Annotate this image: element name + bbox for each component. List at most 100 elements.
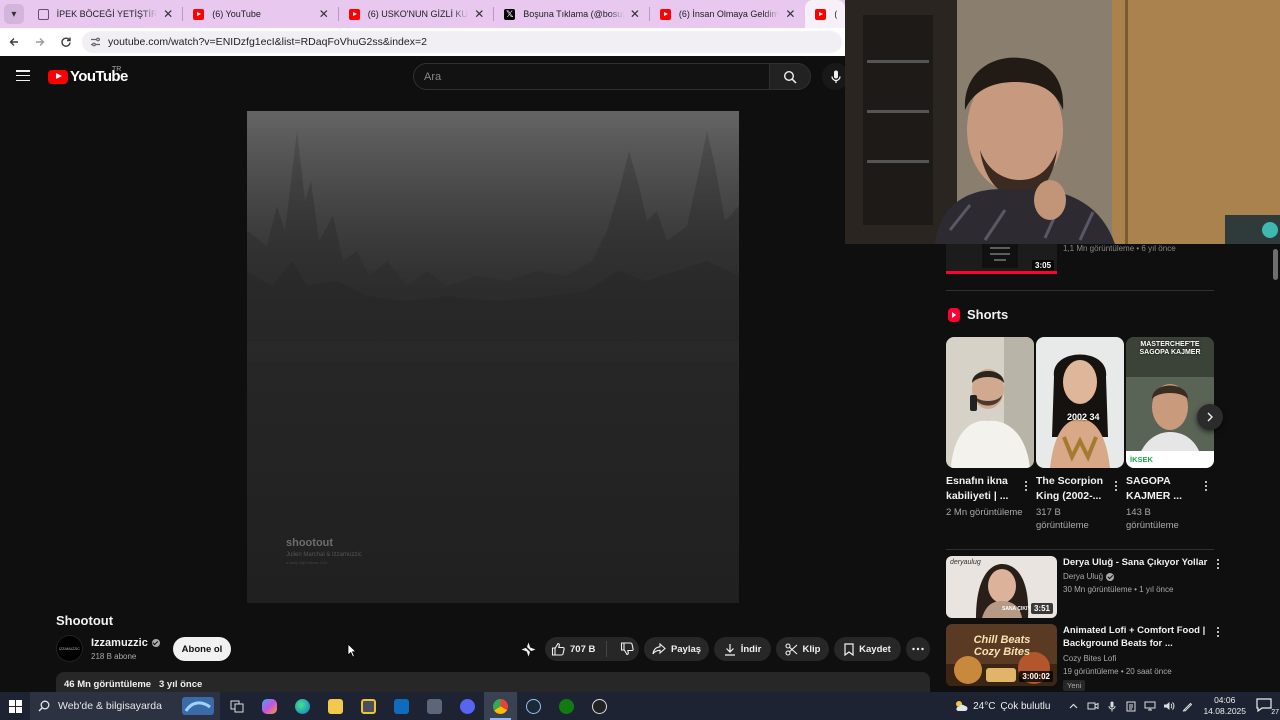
- more-vertical-icon[interactable]: [1202, 479, 1210, 493]
- pen-icon[interactable]: [1180, 698, 1196, 714]
- thumbs-down-icon[interactable]: [620, 642, 635, 656]
- divider: [946, 290, 1214, 291]
- browser-tab[interactable]: (6) YouTube ✕: [183, 0, 339, 28]
- browser-tab[interactable]: İPEK BÖCEĞİ YETİŞTİRİCİLİĞİ YA ✕: [28, 0, 184, 28]
- weather-desc: Çok bulutlu: [1000, 700, 1051, 712]
- short-views: 317 B görüntüleme: [1036, 507, 1089, 531]
- close-icon[interactable]: ✕: [472, 7, 486, 21]
- search-button[interactable]: [769, 63, 811, 90]
- more-vertical-icon[interactable]: [1214, 626, 1222, 638]
- save-button[interactable]: Kaydet: [834, 637, 901, 661]
- menu-icon[interactable]: [16, 70, 30, 82]
- taskbar-app-edge[interactable]: [286, 692, 319, 720]
- weather-widget[interactable]: 24°C Çok bulutlu: [954, 700, 1050, 712]
- channel-name: Cozy Bites Lofi: [1063, 654, 1117, 663]
- shorts-heading: Shorts: [948, 307, 1008, 322]
- thumbs-up-icon[interactable]: [551, 642, 565, 656]
- thumbnail-text: Chill Beats Cozy Bites: [973, 634, 1031, 658]
- video-title[interactable]: Derya Uluğ - Sana Çıkıyor Yollar: [1063, 556, 1208, 569]
- browser-tab[interactable]: (6) USKO'NUN GİZLİ KUTUSU A ✕: [339, 0, 495, 28]
- close-icon[interactable]: ✕: [783, 7, 797, 21]
- tab-search-button[interactable]: ▾: [4, 4, 24, 24]
- short-title[interactable]: The Scorpion King (2002-...: [1036, 474, 1108, 504]
- channel-name-link[interactable]: Izzamuzzic: [91, 637, 160, 649]
- short-item[interactable]: MASTERCHEF'TE SAGOPA KAJMER İKSEK SAGOPA…: [1126, 337, 1214, 532]
- subscribe-button[interactable]: Abone ol: [173, 637, 231, 661]
- outlook-icon: [394, 698, 409, 714]
- edge-icon: [295, 698, 310, 714]
- taskbar-app-steam[interactable]: [517, 692, 550, 720]
- like-count[interactable]: 707 B: [570, 644, 595, 655]
- video-meta: 19 görüntüleme • 20 saat önce: [1063, 667, 1172, 676]
- video-thumbnail[interactable]: Chill Beats Cozy Bites 3:00:02: [946, 624, 1057, 686]
- microphone-icon[interactable]: [1104, 698, 1120, 714]
- taskbar-app-generic[interactable]: [418, 692, 451, 720]
- video-player[interactable]: shootout Julien Marchal & Izzamuzzic a l…: [247, 111, 739, 603]
- short-overlay-caption: İKSEK: [1130, 455, 1153, 464]
- taskbar-app-explorer[interactable]: [319, 692, 352, 720]
- short-item[interactable]: 2002 34 The Scorpion King (2002-... 317 …: [1036, 337, 1124, 532]
- more-vertical-icon[interactable]: [1214, 558, 1222, 570]
- scrollbar-thumb[interactable]: [1273, 249, 1278, 280]
- description-box[interactable]: 46 Mn görüntüleme 3 yıl önce: [56, 672, 930, 692]
- short-title[interactable]: Esnafın ikna kabiliyeti | ...: [946, 474, 1018, 504]
- taskbar-app-discord[interactable]: [451, 692, 484, 720]
- more-actions-button[interactable]: [906, 637, 930, 661]
- shorts-next-button[interactable]: [1197, 404, 1223, 430]
- scrollbar[interactable]: [1272, 244, 1280, 692]
- document-icon[interactable]: [1123, 698, 1139, 714]
- video-title[interactable]: Animated Lofi + Comfort Food | Backgroun…: [1063, 624, 1208, 650]
- share-button[interactable]: Paylaş: [644, 637, 709, 661]
- search-input[interactable]: Ara: [413, 63, 770, 90]
- download-label: İndir: [740, 643, 762, 655]
- taskbar-app-store[interactable]: [352, 692, 385, 720]
- chrome-icon: [493, 698, 508, 714]
- recommended-video[interactable]: deryaulug SANA ÇIKIYOR 3:51 Derya Uluğ -…: [946, 556, 1222, 620]
- notification-count: 27: [1271, 709, 1279, 716]
- browser-tab[interactable]: (6) İnsan Olmaya Geldim - YouT ✕: [650, 0, 806, 28]
- close-icon[interactable]: ✕: [628, 7, 642, 21]
- back-button[interactable]: [2, 30, 26, 54]
- clip-button[interactable]: Klip: [776, 637, 829, 661]
- taskbar-app-outlook[interactable]: [385, 692, 418, 720]
- recommended-video[interactable]: Chill Beats Cozy Bites 3:00:02 Animated …: [946, 624, 1222, 691]
- download-button[interactable]: İndir: [714, 637, 771, 661]
- channel-name-link[interactable]: Cozy Bites Lofi: [1063, 654, 1116, 663]
- short-title[interactable]: SAGOPA KAJMER ...: [1126, 474, 1198, 504]
- volume-icon[interactable]: [1161, 698, 1177, 714]
- short-thumbnail[interactable]: 2002 34: [1036, 337, 1124, 468]
- related-sidebar: 3:05 1,1 Mn görüntüleme • 6 yıl önce Sho…: [938, 244, 1280, 692]
- taskbar-app-chrome[interactable]: [484, 692, 517, 720]
- network-icon[interactable]: [1142, 698, 1158, 714]
- short-thumbnail[interactable]: MASTERCHEF'TE SAGOPA KAJMER İKSEK: [1126, 337, 1214, 468]
- camera-icon[interactable]: [1085, 698, 1101, 714]
- more-vertical-icon[interactable]: [1112, 479, 1120, 493]
- short-thumbnail[interactable]: [946, 337, 1034, 468]
- watched-progress-bar: [946, 271, 1057, 274]
- forward-button[interactable]: [28, 30, 52, 54]
- task-view-button[interactable]: [220, 692, 253, 720]
- more-vertical-icon[interactable]: [1022, 479, 1030, 493]
- channel-avatar[interactable]: IZZAMUZZIC: [56, 635, 83, 662]
- close-icon[interactable]: ✕: [317, 7, 331, 21]
- short-item[interactable]: Esnafın ikna kabiliyeti | ... 2 Mn görün…: [946, 337, 1034, 519]
- notification-button[interactable]: 27: [1256, 698, 1279, 716]
- taskbar-app-xbox[interactable]: [550, 692, 583, 720]
- video-thumbnail[interactable]: deryaulug SANA ÇIKIYOR 3:51: [946, 556, 1057, 618]
- reload-button[interactable]: [54, 30, 78, 54]
- ask-ai-icon[interactable]: [520, 641, 537, 658]
- start-button[interactable]: [0, 692, 30, 720]
- browser-tab-active[interactable]: (6: [805, 0, 845, 28]
- taskbar-search-box[interactable]: Web'de & bilgisayarda: [30, 692, 220, 720]
- address-bar[interactable]: youtube.com/watch?v=ENIDzfg1ecI&list=RDa…: [82, 31, 842, 53]
- taskbar-app-obs[interactable]: [583, 692, 616, 720]
- search-highlight-icon: [182, 697, 214, 715]
- close-icon[interactable]: ✕: [161, 7, 175, 21]
- taskbar-app-copilot[interactable]: [253, 692, 286, 720]
- chevron-up-icon[interactable]: [1066, 698, 1082, 714]
- clock[interactable]: 04:06 14.08.2025: [1203, 695, 1246, 717]
- browser-tab[interactable]: 𝕏 Boşuna Tıklama (@bosunatikla ✕: [494, 0, 650, 28]
- share-label: Paylaş: [670, 643, 702, 655]
- channel-name-link[interactable]: Derya Uluğ: [1063, 572, 1115, 581]
- site-info-icon[interactable]: [88, 35, 102, 49]
